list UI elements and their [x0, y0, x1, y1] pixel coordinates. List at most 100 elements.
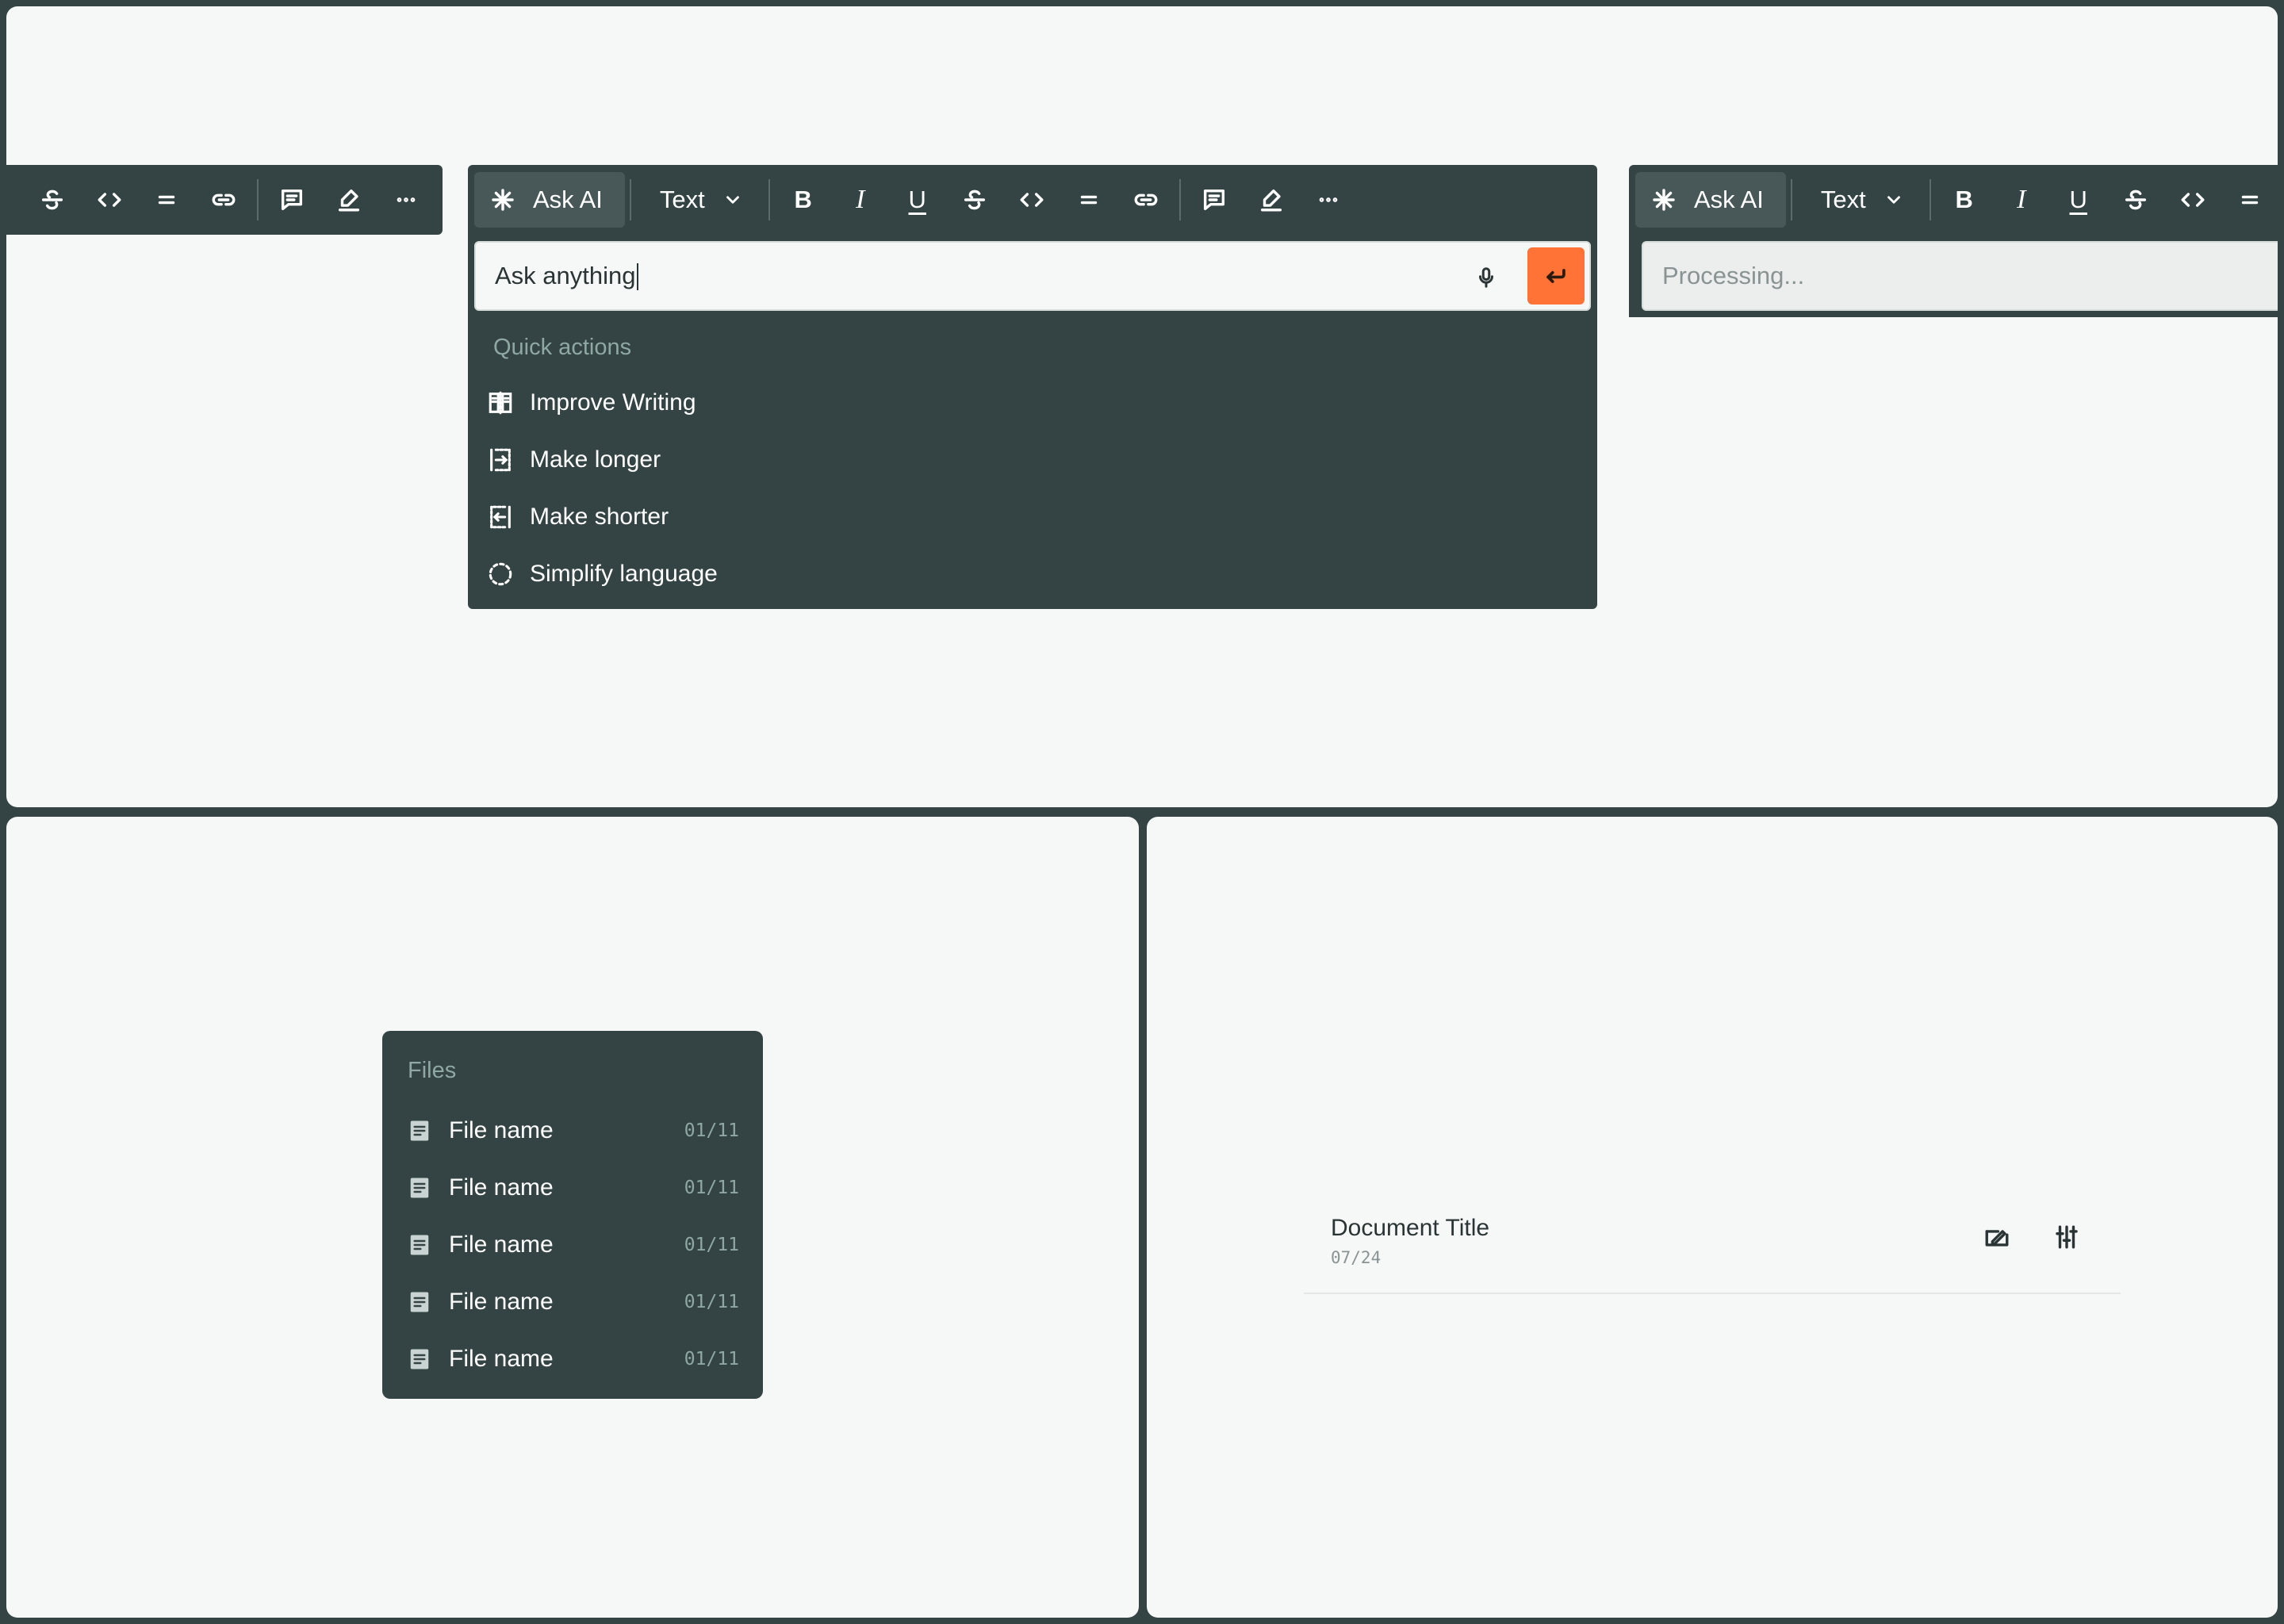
highlight-button[interactable] — [1243, 171, 1300, 228]
edit-document-button[interactable] — [1979, 1220, 2014, 1254]
editor-demo-panel: Ask AI Text B I U Ask anything Quick act… — [6, 6, 2278, 807]
microphone-button[interactable] — [1470, 262, 1502, 293]
file-item[interactable]: File name 01/11 — [408, 1107, 739, 1155]
sparkle-asterisk-icon — [1653, 189, 1675, 211]
files-menu: Files File name 01/11 File name 01/11 Fi… — [382, 1031, 763, 1399]
settings-button[interactable] — [2049, 1220, 2084, 1254]
link-button[interactable] — [1117, 171, 1175, 228]
strikethrough-button[interactable] — [2107, 171, 2164, 228]
comment-button[interactable] — [263, 171, 320, 228]
quick-action-label: Make longer — [530, 446, 661, 473]
link-icon — [1134, 193, 1158, 206]
toolbar-divider — [1178, 179, 1181, 220]
code-button[interactable] — [81, 171, 138, 228]
equal-button[interactable] — [2221, 171, 2278, 228]
document-demo-panel: Document Title 07/24 — [1147, 817, 2278, 1618]
code-icon — [98, 193, 121, 207]
ask-ai-label: Ask AI — [1694, 186, 1764, 213]
sparkle-asterisk-icon — [492, 189, 514, 211]
file-date: 01/11 — [684, 1349, 739, 1369]
bold-button[interactable]: B — [775, 171, 832, 228]
file-name: File name — [449, 1231, 554, 1258]
document-title: Document Title — [1331, 1215, 1490, 1241]
ai-prompt-value: Ask anything — [495, 262, 638, 291]
file-name: File name — [449, 1117, 554, 1143]
strikethrough-icon — [2125, 190, 2146, 210]
document-icon — [410, 1349, 429, 1369]
document-row[interactable]: Document Title 07/24 — [1304, 1182, 2121, 1294]
equal-button[interactable] — [1060, 171, 1117, 228]
file-item[interactable]: File name 01/11 — [408, 1221, 739, 1269]
ask-ai-button[interactable]: Ask AI — [1635, 172, 1786, 228]
strikethrough-button[interactable] — [24, 171, 81, 228]
equals-icon — [2241, 195, 2258, 205]
comment-icon — [281, 189, 303, 211]
code-icon — [1020, 193, 1044, 207]
edit-box-icon — [1985, 1230, 2009, 1247]
formatting-toolbar-processing: Ask AI Text B I U — [1629, 165, 2278, 235]
toolbar-divider — [1929, 179, 1931, 220]
code-button[interactable] — [1003, 171, 1060, 228]
bold-icon: B — [1955, 186, 1973, 213]
text-style-label: Text — [659, 186, 705, 213]
underline-icon: U — [2069, 186, 2087, 213]
file-item[interactable]: File name 01/11 — [408, 1335, 739, 1383]
more-button[interactable] — [1300, 171, 1357, 228]
quick-action-label: Simplify language — [530, 561, 718, 587]
microphone-icon — [1479, 267, 1493, 288]
strikethrough-button[interactable] — [946, 171, 1003, 228]
quick-action-label: Make shorter — [530, 504, 669, 530]
book-open-icon — [489, 391, 512, 415]
formatting-toolbar: Ask AI Text B I U — [468, 165, 1597, 235]
quick-action-simplify-language[interactable]: Simplify language — [487, 550, 718, 598]
link-button[interactable] — [195, 171, 252, 228]
equal-button[interactable] — [138, 171, 195, 228]
comment-button[interactable] — [1186, 171, 1243, 228]
files-heading: Files — [408, 1058, 457, 1083]
toolbar-divider — [257, 179, 259, 220]
document-date: 07/24 — [1331, 1248, 1382, 1267]
quick-action-make-shorter[interactable]: Make shorter — [487, 493, 669, 541]
strikethrough-icon — [41, 190, 63, 210]
enter-arrow-icon — [1546, 269, 1565, 283]
underline-button[interactable]: U — [889, 171, 946, 228]
bold-icon: B — [794, 186, 812, 213]
send-button[interactable] — [1527, 247, 1585, 304]
italic-icon: I — [2017, 185, 2026, 214]
equals-icon — [1080, 195, 1097, 205]
quick-action-make-longer[interactable]: Make longer — [487, 436, 661, 484]
italic-button[interactable]: I — [832, 171, 889, 228]
processing-text: Processing... — [1662, 262, 1805, 289]
more-horizontal-icon — [397, 197, 416, 202]
toolbar-divider — [768, 179, 770, 220]
code-button[interactable] — [2164, 171, 2221, 228]
quick-action-label: Improve Writing — [530, 389, 696, 416]
document-icon — [410, 1178, 429, 1198]
file-item[interactable]: File name 01/11 — [408, 1164, 739, 1212]
code-icon — [2181, 193, 2205, 207]
file-name: File name — [449, 1346, 554, 1372]
document-icon — [410, 1235, 429, 1255]
chevron-down-icon — [726, 196, 739, 204]
more-button[interactable] — [377, 171, 435, 228]
quick-action-improve-writing[interactable]: Improve Writing — [487, 379, 696, 427]
highlighter-icon — [338, 189, 360, 212]
shorten-text-icon — [490, 505, 511, 529]
strikethrough-icon — [964, 190, 985, 210]
text-style-label: Text — [1820, 186, 1866, 213]
text-style-dropdown[interactable]: Text — [636, 172, 764, 228]
bold-button[interactable]: B — [1936, 171, 1993, 228]
files-demo-panel: Files File name 01/11 File name 01/11 Fi… — [6, 817, 1139, 1618]
ask-ai-button[interactable]: Ask AI — [474, 172, 625, 228]
text-style-dropdown[interactable]: Text — [1797, 172, 1925, 228]
underline-icon: U — [908, 186, 926, 213]
highlight-button[interactable] — [320, 171, 377, 228]
ai-prompt-dropdown: Ask anything Quick actions Improve Writi… — [468, 235, 1597, 609]
underline-button[interactable]: U — [2050, 171, 2107, 228]
dashed-circle-icon — [489, 562, 512, 586]
chevron-down-icon — [1887, 196, 1900, 204]
file-item[interactable]: File name 01/11 — [408, 1278, 739, 1326]
ai-prompt-input[interactable]: Ask anything — [474, 241, 1591, 311]
italic-button[interactable]: I — [1993, 171, 2050, 228]
file-date: 01/11 — [684, 1292, 739, 1312]
